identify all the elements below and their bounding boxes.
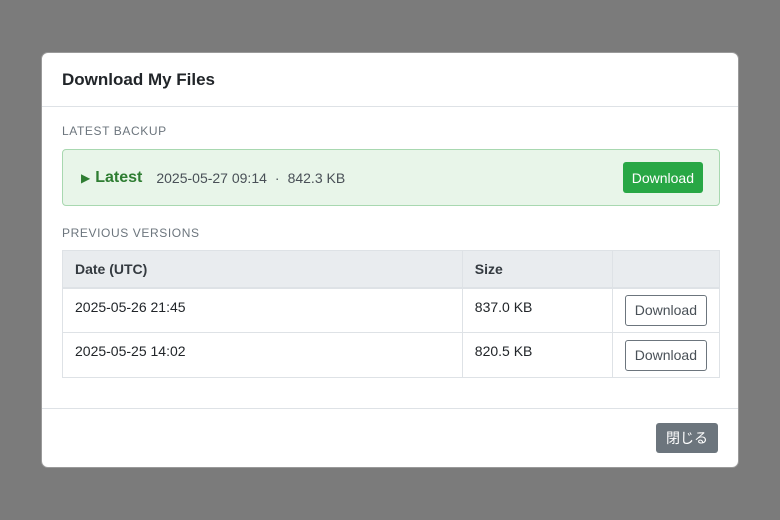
download-version-button[interactable]: Download <box>624 339 707 371</box>
play-triangle-icon: ▶ <box>81 170 91 185</box>
row-size: 820.5 KB <box>461 332 613 378</box>
column-header-date: Date (UTC) <box>62 250 463 289</box>
modal-body: LATEST BACKUP ▶ Latest 2025-05-27 09:14 … <box>42 107 738 409</box>
table-row: 2025-05-25 14:02 820.5 KB Download <box>62 332 721 378</box>
latest-backup-label: LATEST BACKUP <box>62 124 167 138</box>
row-date: 2025-05-25 14:02 <box>62 332 463 378</box>
modal-title: Download My Files <box>62 69 216 89</box>
row-date: 2025-05-26 21:45 <box>62 287 463 333</box>
previous-versions-table: Date (UTC) Size 2025-05-26 21:45 837.0 K… <box>62 250 721 378</box>
modal-header: Download My Files <box>42 53 738 107</box>
row-size: 837.0 KB <box>461 287 613 333</box>
row-action-cell: Download <box>611 332 721 378</box>
modal-footer: 閉じる <box>42 409 738 467</box>
close-button[interactable]: 閉じる <box>656 423 718 453</box>
latest-size: 842.3 KB <box>287 169 346 186</box>
download-latest-button[interactable]: Download <box>622 162 703 193</box>
previous-versions-label: PREVIOUS VERSIONS <box>62 226 200 240</box>
table-header-row: Date (UTC) Size <box>62 250 721 289</box>
column-header-action <box>611 250 721 289</box>
table-row: 2025-05-26 21:45 837.0 KB Download <box>62 287 721 333</box>
column-header-size: Size <box>461 250 613 289</box>
download-files-modal: Download My Files LATEST BACKUP ▶ Latest… <box>41 52 739 468</box>
latest-timestamp: 2025-05-27 09:14 <box>156 169 267 186</box>
download-version-button[interactable]: Download <box>624 294 707 326</box>
row-action-cell: Download <box>611 287 721 333</box>
latest-backup-card: ▶ Latest 2025-05-27 09:14 · 842.3 KB Dow… <box>62 149 720 206</box>
meta-separator: · <box>274 169 280 186</box>
latest-label: Latest <box>95 168 143 186</box>
